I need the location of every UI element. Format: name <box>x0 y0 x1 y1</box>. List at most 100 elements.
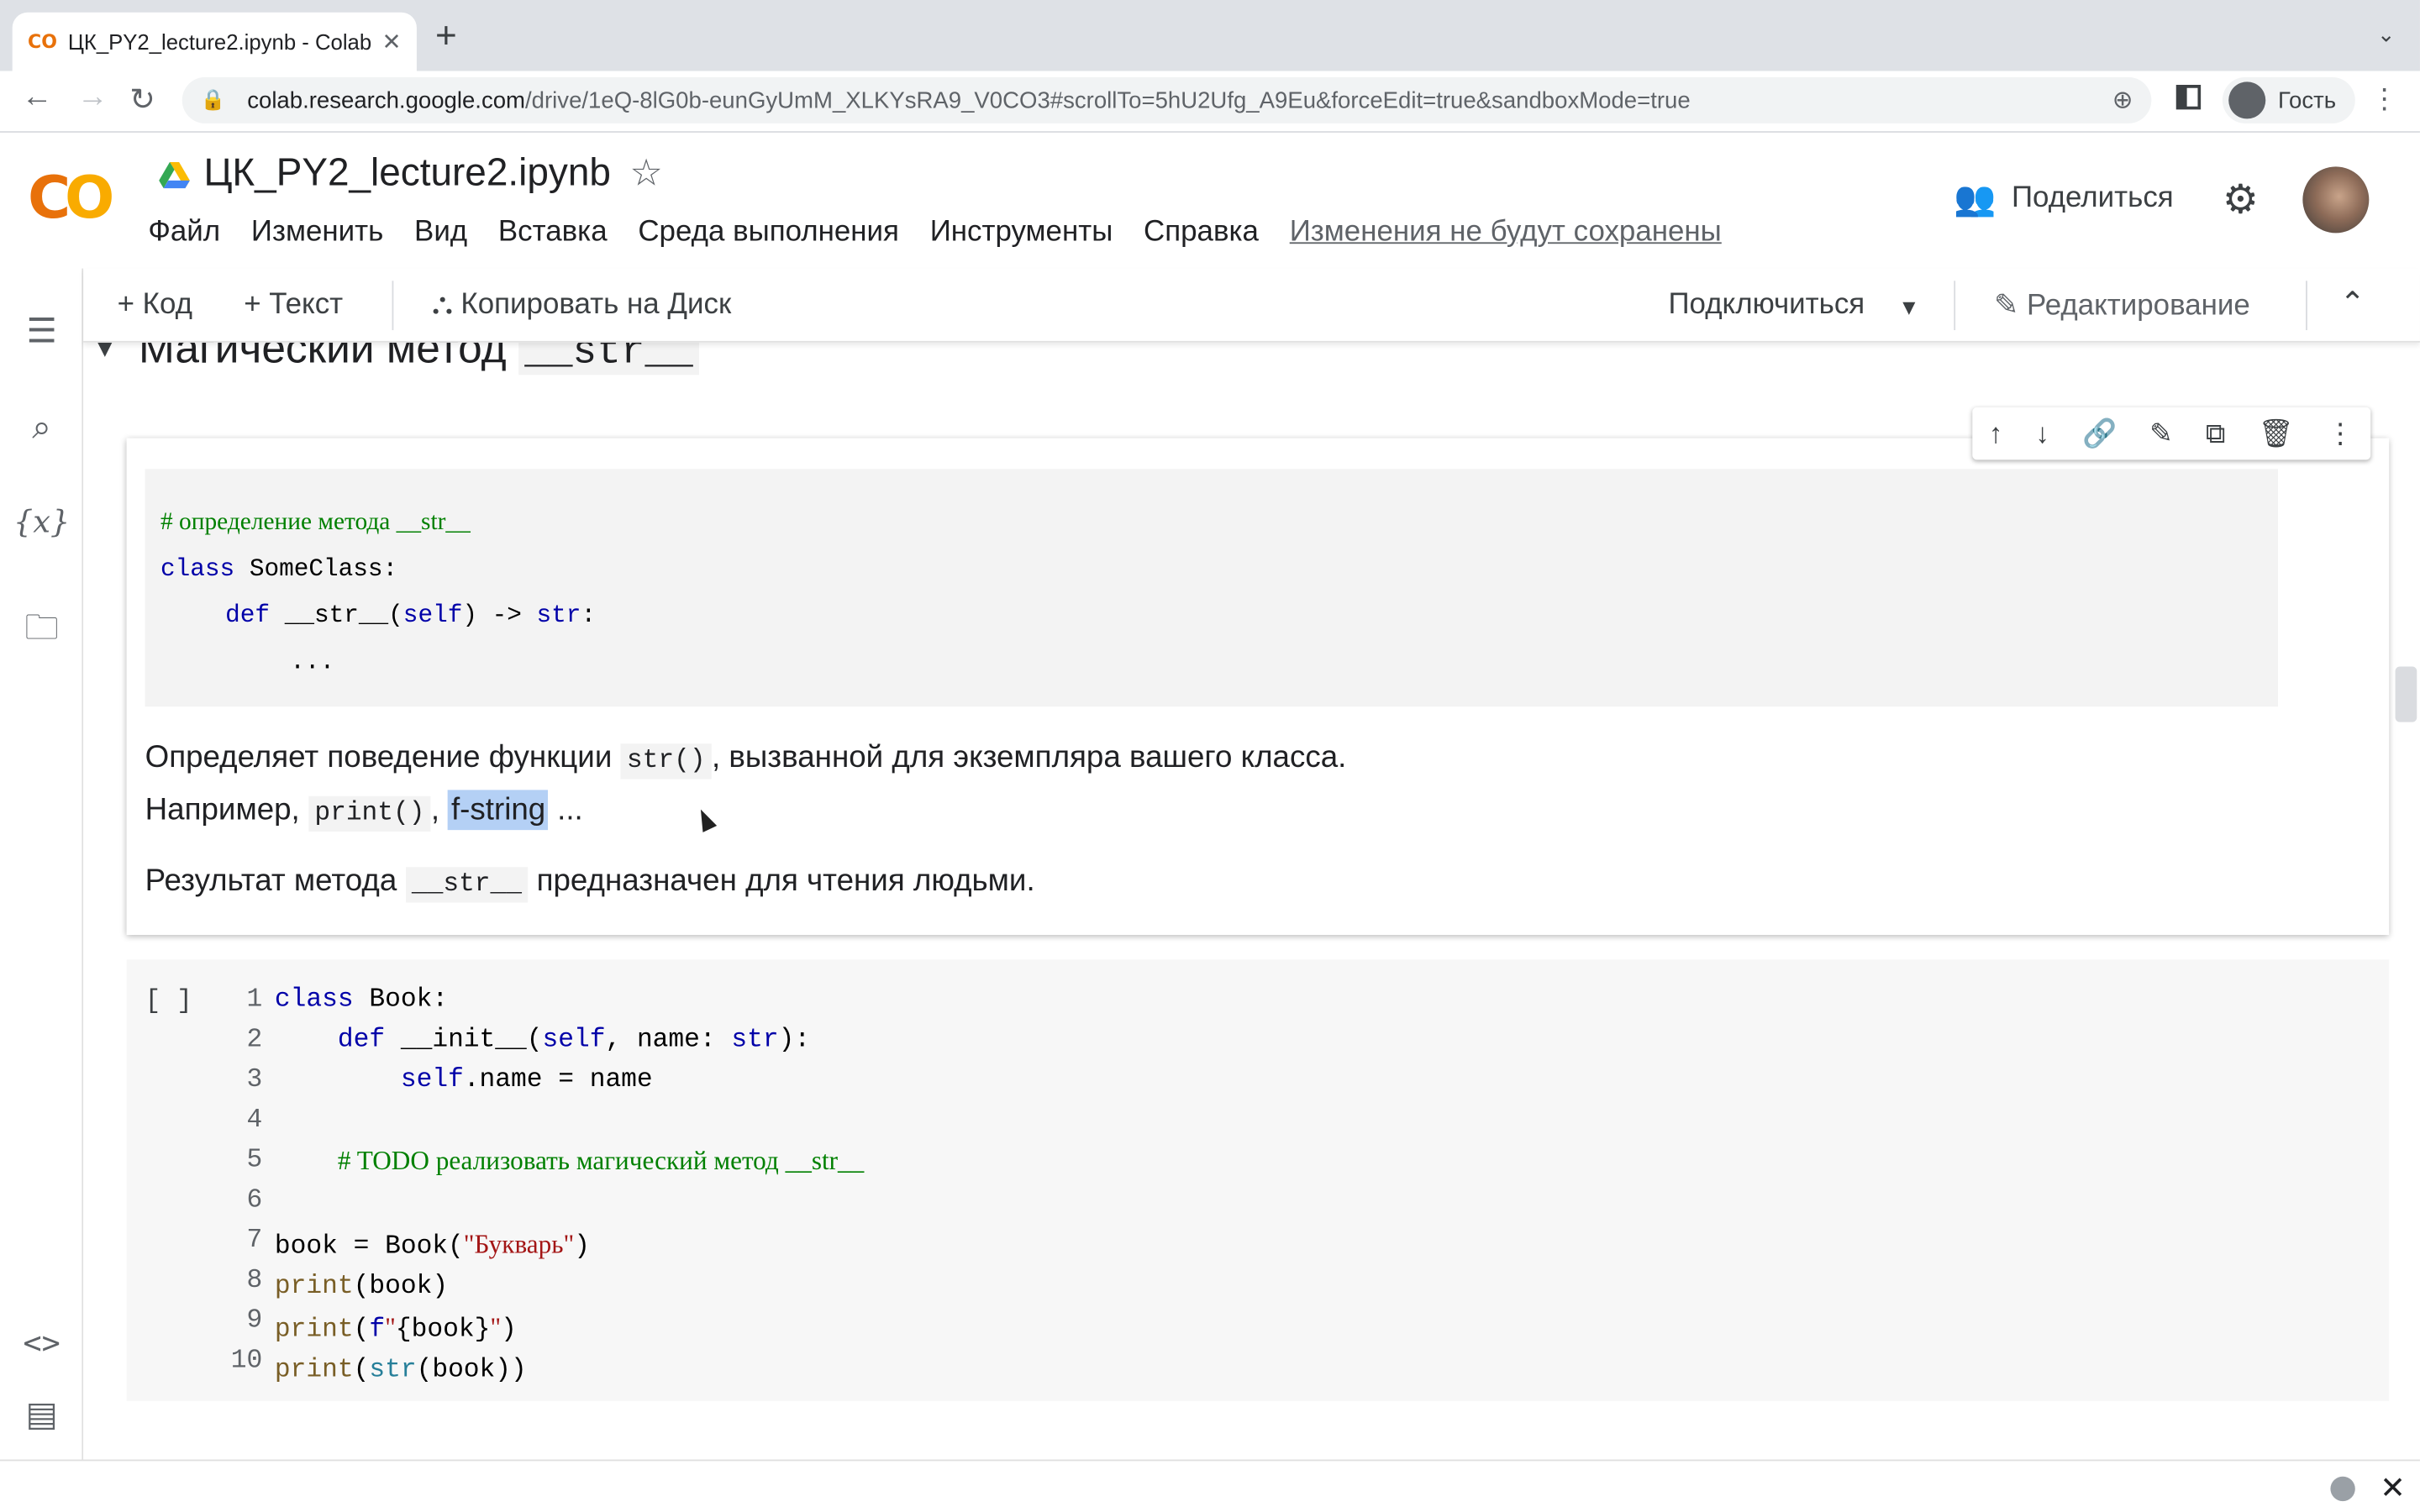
connect-dropdown-icon[interactable]: ▼ <box>1898 295 1919 319</box>
reload-icon[interactable]: ↻ <box>129 81 155 119</box>
code-line: class Book: <box>275 981 864 1021</box>
arrow-up-icon[interactable]: ↑ <box>1989 417 2003 450</box>
section-heading[interactable]: ▼ Магический метод __str__ <box>92 342 700 375</box>
line-number: 2 <box>246 1026 263 1056</box>
google-drive-icon[interactable] <box>159 161 190 190</box>
paragraph: Результат метода __str__ предназначен дл… <box>145 864 1035 903</box>
menu-edit[interactable]: Изменить <box>251 216 383 249</box>
code-text: __str__( <box>270 601 403 630</box>
colab-logo[interactable]: CO <box>28 164 114 232</box>
paragraph-text: Результат метода <box>145 864 406 898</box>
run-cell-button[interactable]: [ ] <box>145 987 192 1016</box>
copy-to-drive-button[interactable]: ⛬ Копировать на Диск <box>432 288 731 322</box>
variables-icon[interactable]: {x} <box>0 503 83 540</box>
menu-tools[interactable]: Инструменты <box>930 216 1113 249</box>
browser-tab[interactable]: CO ЦК_PY2_lecture2.ipynb - Colab ✕ <box>12 12 417 71</box>
menu-bar: Файл Изменить Вид Вставка Среда выполнен… <box>148 216 1752 249</box>
tab-close-icon[interactable]: ✕ <box>381 28 401 55</box>
code-type: str <box>731 1026 779 1056</box>
code-function: print <box>274 1273 354 1303</box>
toolbar-divider <box>1954 281 1956 331</box>
code-text: {book} <box>395 1315 491 1346</box>
paragraph-text: ... <box>548 793 583 827</box>
code-text: ) <box>501 1315 517 1346</box>
delete-icon[interactable]: 🗑 <box>2259 417 2294 450</box>
code-text: ( <box>353 1356 370 1386</box>
menu-view[interactable]: Вид <box>414 216 467 249</box>
new-tab-button[interactable]: + <box>435 15 457 58</box>
terminal-icon[interactable]: ▤ <box>0 1394 83 1435</box>
notebook-title[interactable]: ЦК_PY2_lecture2.ipynb <box>203 151 610 196</box>
cell-toolbar: ↑ ↓ 🔗 ✎ ⧉ 🗑 ⋮ <box>1972 407 2371 460</box>
profile-button[interactable]: Гость <box>2222 76 2355 123</box>
code-text: , name: <box>605 1026 732 1056</box>
colab-favicon-icon: CO <box>28 30 57 53</box>
table-of-contents-icon[interactable]: ☰ <box>0 312 83 352</box>
code-line: # TODO реализовать магический метод __st… <box>275 1142 864 1184</box>
lock-icon[interactable]: 🔒 <box>201 88 226 113</box>
zoom-icon[interactable]: ⊕ <box>2112 85 2133 116</box>
toolbar-divider <box>2306 281 2307 331</box>
code-keyword: def <box>225 601 271 630</box>
star-icon[interactable]: ☆ <box>629 151 663 196</box>
mirror-cell-icon[interactable]: ⧉ <box>2206 417 2226 450</box>
menu-runtime[interactable]: Среда выполнения <box>638 216 899 249</box>
collapse-header-icon[interactable]: ⌃ <box>2339 284 2365 323</box>
code-snippets-icon[interactable]: <> <box>0 1324 83 1361</box>
avatar[interactable] <box>2302 166 2370 234</box>
url-host: colab.research.google.com <box>247 87 526 113</box>
code-keyword: class <box>160 555 235 584</box>
profile-label: Гость <box>2277 87 2337 113</box>
tab-search-icon[interactable]: ⌄ <box>2377 22 2396 48</box>
text-cell[interactable]: # определение метода __str__ class SomeC… <box>126 438 2390 936</box>
close-icon[interactable]: ✕ <box>2380 1469 2406 1508</box>
link-icon[interactable]: 🔗 <box>2082 417 2117 450</box>
code-text: ) -> <box>462 601 537 630</box>
pencil-icon[interactable]: ✎ <box>2149 417 2173 450</box>
add-text-button[interactable]: + Текст <box>244 288 343 322</box>
collapse-section-icon[interactable]: ▼ <box>92 343 117 364</box>
editing-mode-button[interactable]: ✎ Редактирование <box>1994 288 2250 323</box>
paragraph-text: Например, <box>145 793 308 827</box>
back-icon[interactable]: ← <box>22 81 53 116</box>
menu-file[interactable]: Файл <box>148 216 220 249</box>
line-number: 3 <box>246 1066 263 1096</box>
line-number: 4 <box>246 1105 263 1136</box>
more-vert-icon[interactable]: ⋮ <box>2327 417 2354 450</box>
code-cell[interactable]: [ ] 1 2 3 4 5 6 7 8 9 10 class Book: def… <box>126 959 2390 1401</box>
gear-icon[interactable]: ⚙ <box>2223 176 2259 223</box>
copy-to-drive-label: Копировать на Диск <box>460 288 732 322</box>
folder-icon[interactable]: 🗀 <box>0 601 83 660</box>
inline-code: print() <box>308 795 431 832</box>
paragraph-text: предназначен для чтения людьми. <box>528 864 1035 898</box>
arrow-down-icon[interactable]: ↓ <box>2035 417 2049 450</box>
add-code-button[interactable]: + Код <box>118 288 192 322</box>
share-button[interactable]: 👥 Поделиться <box>1954 179 2173 219</box>
browser-menu-icon[interactable]: ⋮ <box>2370 83 2398 116</box>
menu-help[interactable]: Справка <box>1144 216 1259 249</box>
code-editor[interactable]: class Book: def __init__(self, name: str… <box>275 981 864 1392</box>
code-text: : <box>581 601 597 630</box>
code-function: print <box>274 1356 354 1386</box>
menu-insert[interactable]: Вставка <box>498 216 608 249</box>
code-text: SomeClass: <box>234 555 398 584</box>
code-text: .name = name <box>463 1066 653 1096</box>
search-icon[interactable]: ⌕ <box>0 407 83 448</box>
connect-button[interactable]: Подключиться <box>1668 288 1865 322</box>
scrollbar-thumb[interactable] <box>2395 666 2417 722</box>
line-number: 5 <box>246 1146 263 1176</box>
side-panel-icon[interactable] <box>2175 85 2202 110</box>
url-field[interactable]: 🔒 colab.research.google.com/drive/1eQ-8l… <box>182 76 2152 123</box>
code-keyword: self <box>402 601 463 630</box>
forward-icon[interactable]: → <box>77 81 108 116</box>
runtime-status-icon[interactable] <box>2330 1476 2355 1502</box>
unsaved-changes-link[interactable]: Изменения не будут сохранены <box>1290 216 1722 249</box>
left-sidebar: ☰ ⌕ {x} 🗀 <> ▤ <box>0 268 84 1512</box>
notebook-main[interactable]: ▼ Магический метод __str__ ↑ ↓ 🔗 ✎ ⧉ 🗑 ⋮… <box>83 342 2420 1460</box>
code-text: Book: <box>353 985 449 1016</box>
code-keyword: f <box>369 1315 386 1346</box>
section-title-code: __str__ <box>518 342 700 375</box>
inline-code: str() <box>620 743 712 780</box>
